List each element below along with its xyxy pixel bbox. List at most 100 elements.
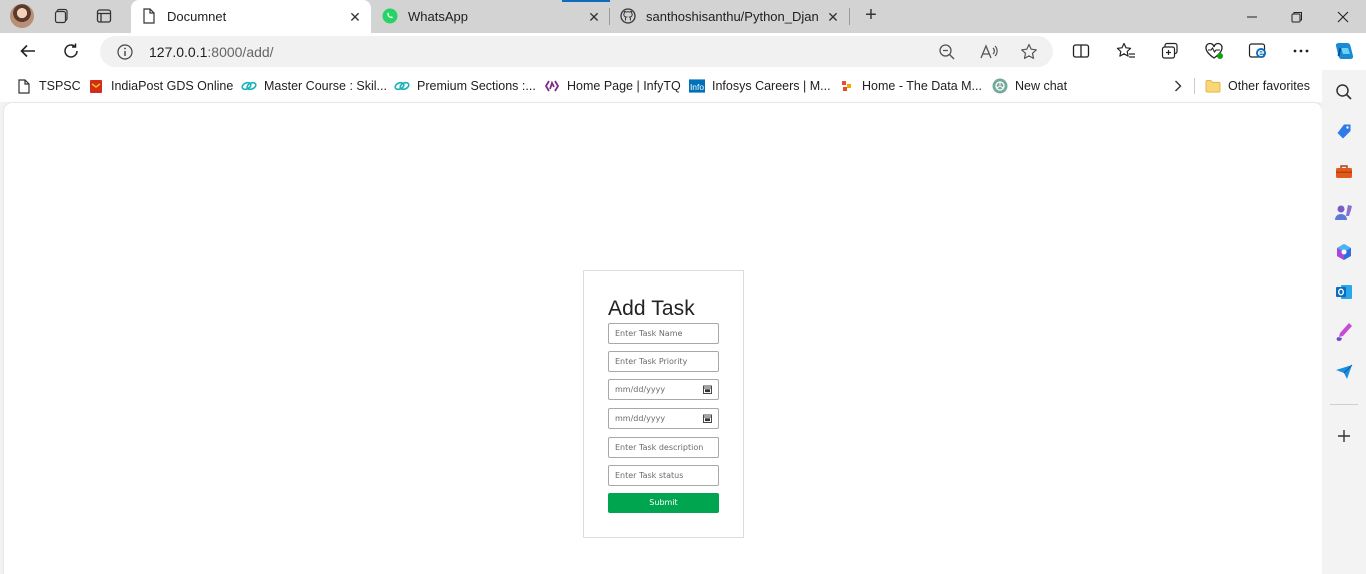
minimize-button[interactable] bbox=[1229, 0, 1275, 33]
microsoft365-icon bbox=[1337, 244, 1351, 260]
favorite-indiapost[interactable]: IndiaPost GDS Online bbox=[88, 77, 233, 95]
tab-whatsapp[interactable]: WhatsApp ✕ bbox=[372, 0, 608, 33]
tab-documnet[interactable]: Documnet ✕ bbox=[131, 0, 371, 33]
outlook-icon bbox=[1336, 285, 1352, 299]
copilot-icon bbox=[1335, 43, 1354, 59]
sidebar-search-button[interactable] bbox=[1333, 81, 1355, 103]
collections-icon bbox=[1161, 42, 1178, 59]
sidebar-send-button[interactable] bbox=[1333, 361, 1355, 383]
other-favorites-folder[interactable]: Other favorites bbox=[1205, 77, 1310, 95]
favorite-master-course[interactable]: Master Course : Skil... bbox=[241, 77, 387, 95]
designer-icon bbox=[1336, 323, 1352, 341]
refresh-button[interactable] bbox=[58, 39, 84, 63]
infytq-icon bbox=[544, 78, 560, 94]
more-favorites-button[interactable] bbox=[1170, 77, 1186, 95]
refresh-icon bbox=[64, 43, 78, 58]
address-bar[interactable]: 127.0.0.1:8000/add/ bbox=[100, 36, 1053, 67]
shopping-tag-icon bbox=[1337, 124, 1351, 139]
url-host: 127.0.0.1 bbox=[149, 44, 208, 60]
favorite-infosys-careers[interactable]: Info Infosys Careers | M... bbox=[689, 77, 831, 95]
games-icon bbox=[1335, 205, 1352, 220]
calendar-icon[interactable] bbox=[703, 414, 712, 423]
sidebar-tools-button[interactable] bbox=[1333, 161, 1355, 183]
profile-button[interactable] bbox=[8, 3, 36, 29]
add-favorite-button[interactable] bbox=[1018, 41, 1040, 63]
sidebar-outlook-button[interactable] bbox=[1333, 281, 1355, 303]
copilot-button[interactable] bbox=[1331, 39, 1357, 63]
favorite-new-chat[interactable]: New chat bbox=[992, 77, 1067, 95]
sidebar-add-button[interactable] bbox=[1333, 425, 1355, 447]
task-name-placeholder: Enter Task Name bbox=[615, 329, 683, 338]
task-description-input[interactable]: Enter Task description bbox=[608, 437, 719, 458]
tab-strip: Documnet ✕ WhatsApp ✕ santhoshisanthu/Py… bbox=[0, 0, 1366, 33]
sidebar-microsoft365-button[interactable] bbox=[1333, 241, 1355, 263]
add-task-form: Add Task Enter Task Name Enter Task Prio… bbox=[583, 270, 744, 538]
tab-separator bbox=[849, 8, 850, 25]
task-status-input[interactable]: Enter Task status bbox=[608, 465, 719, 486]
page-icon bbox=[16, 78, 32, 94]
split-screen-icon bbox=[1072, 44, 1090, 58]
site-info-icon[interactable] bbox=[116, 43, 134, 61]
more-icon bbox=[1293, 49, 1309, 53]
end-date-input[interactable]: mm/dd/yyyy bbox=[608, 408, 719, 429]
folder-icon bbox=[1205, 78, 1221, 94]
favorites-button[interactable] bbox=[1113, 39, 1139, 63]
infosys-icon: Info bbox=[689, 78, 705, 94]
avatar bbox=[10, 4, 34, 28]
task-name-input[interactable]: Enter Task Name bbox=[608, 323, 719, 344]
tab-title: WhatsApp bbox=[408, 9, 468, 24]
favorite-label: TSPSC bbox=[39, 79, 81, 93]
minimize-icon bbox=[1247, 16, 1257, 17]
sidebar-designer-button[interactable] bbox=[1333, 321, 1355, 343]
search-icon bbox=[1336, 84, 1352, 100]
favorite-label: Master Course : Skil... bbox=[264, 79, 387, 93]
task-priority-input[interactable]: Enter Task Priority bbox=[608, 351, 719, 372]
back-button[interactable] bbox=[15, 39, 41, 63]
chevron-right-icon bbox=[1175, 80, 1182, 92]
browser-essentials-button[interactable] bbox=[1201, 39, 1227, 63]
calendar-icon[interactable] bbox=[703, 385, 712, 394]
close-tab-icon[interactable]: ✕ bbox=[825, 9, 841, 25]
submit-button[interactable]: Submit bbox=[608, 493, 719, 513]
close-window-button[interactable] bbox=[1320, 0, 1366, 33]
sidebar-divider bbox=[1330, 404, 1358, 405]
close-icon bbox=[1337, 11, 1349, 22]
favorite-label: Home Page | InfyTQ bbox=[567, 79, 681, 93]
send-icon bbox=[1336, 364, 1353, 379]
close-tab-icon[interactable]: ✕ bbox=[586, 9, 602, 25]
sidebar-shopping-button[interactable] bbox=[1333, 121, 1355, 143]
close-tab-icon[interactable]: ✕ bbox=[347, 9, 363, 25]
plus-icon bbox=[1338, 430, 1350, 442]
favorite-infytq[interactable]: Home Page | InfyTQ bbox=[544, 77, 681, 95]
star-icon bbox=[1021, 43, 1037, 59]
collections-button[interactable] bbox=[1157, 39, 1183, 63]
datam-icon bbox=[839, 78, 855, 94]
workspaces-button[interactable] bbox=[50, 5, 74, 27]
tab-title: santhoshisanthu/Python_Django bbox=[646, 9, 818, 24]
favorites-divider bbox=[1194, 78, 1195, 94]
settings-more-button[interactable] bbox=[1288, 39, 1314, 63]
favorite-label: IndiaPost GDS Online bbox=[111, 79, 234, 93]
restore-button[interactable] bbox=[1274, 0, 1320, 33]
url-path: :8000/add/ bbox=[207, 44, 274, 60]
read-aloud-button[interactable] bbox=[978, 41, 1000, 63]
sidebar-games-button[interactable] bbox=[1333, 201, 1355, 223]
tab-actions-button[interactable] bbox=[92, 5, 116, 27]
form-title: Add Task bbox=[608, 297, 695, 320]
new-tab-button[interactable]: + bbox=[860, 5, 882, 27]
browser-toolbar: 127.0.0.1:8000/add/ bbox=[0, 33, 1366, 70]
start-date-input[interactable]: mm/dd/yyyy bbox=[608, 379, 719, 400]
skill-icon bbox=[241, 78, 257, 94]
task-description-placeholder: Enter Task description bbox=[615, 443, 704, 452]
tab-github[interactable]: santhoshisanthu/Python_Django ✕ bbox=[610, 0, 848, 33]
split-screen-button[interactable] bbox=[1068, 39, 1094, 63]
ie-mode-button[interactable] bbox=[1245, 39, 1271, 63]
favorite-premium-sections[interactable]: Premium Sections :... bbox=[394, 77, 536, 95]
zoom-button[interactable] bbox=[936, 41, 958, 63]
favorite-label: Premium Sections :... bbox=[417, 79, 536, 93]
favorite-data-m[interactable]: Home - The Data M... bbox=[839, 77, 982, 95]
favorite-tspsc[interactable]: TSPSC bbox=[16, 77, 81, 95]
plus-icon: + bbox=[865, 4, 877, 26]
url-text[interactable]: 127.0.0.1:8000/add/ bbox=[149, 44, 274, 60]
restore-icon bbox=[1291, 11, 1302, 22]
